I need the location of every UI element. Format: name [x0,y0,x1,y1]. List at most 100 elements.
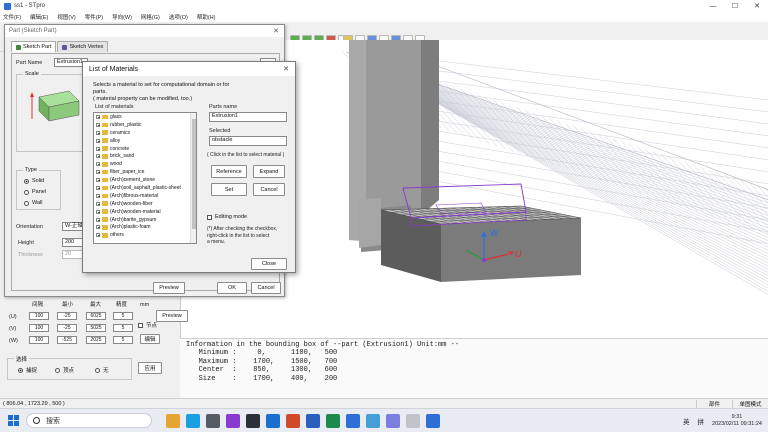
close-button[interactable]: ✕ [746,0,768,12]
material-list-item[interactable]: rubber_plastic [94,121,196,129]
material-list-item[interactable]: brick_sand [94,152,196,160]
app-icon[interactable] [226,414,240,428]
select-vertex-radio[interactable]: 顶点 [55,366,74,374]
type-panel-radio[interactable]: Panel [24,189,46,195]
material-list-item[interactable]: ceramics [94,129,196,137]
material-list-item[interactable]: others [94,231,196,239]
windows-start-icon[interactable] [8,415,19,426]
menu-view[interactable]: 视图(V) [57,13,75,21]
set-button[interactable]: Set [211,183,247,196]
material-list-item[interactable]: (Arch)cement_stone [94,176,196,184]
min-v-field[interactable]: -25 [57,324,77,332]
menu-grid[interactable]: 网格(G) [141,13,160,21]
expand-icon[interactable] [96,146,100,151]
expand-icon[interactable] [96,170,100,175]
radio-off[interactable] [95,367,100,373]
selected-material-field[interactable]: obstacle [209,136,287,146]
precision-u-field[interactable]: 5 [113,312,133,320]
close-icon[interactable]: ✕ [273,27,279,35]
parts-name-field[interactable]: Extrusion1 [209,112,287,122]
app-icon[interactable] [346,414,360,428]
app-icon[interactable] [266,414,280,428]
material-list-item[interactable]: (Arch)fibrous-material [94,192,196,200]
scrollbar-thumb[interactable] [192,119,196,229]
close-button[interactable]: Close [251,258,287,270]
select-none-radio[interactable]: 无 [95,366,109,374]
expand-icon[interactable] [96,130,100,135]
radio-off[interactable] [24,189,29,195]
tab-sketch-vertex[interactable]: Sketch Vertex [57,41,109,52]
node-checkbox-box[interactable] [138,322,143,328]
expand-icon[interactable] [96,201,100,206]
menu-wizard[interactable]: 导向(W) [112,13,132,21]
material-list-item[interactable]: (Arch)barite_gypsum [94,216,196,224]
app-icon[interactable] [366,414,380,428]
node-checkbox[interactable]: 节点 [138,321,157,329]
edge-icon[interactable] [186,414,200,428]
max-u-field[interactable]: 6025 [86,312,106,320]
material-list-item[interactable]: fiber_paper_ice [94,168,196,176]
app-icon[interactable] [326,414,340,428]
word-icon[interactable] [306,414,320,428]
expand-icon[interactable] [96,162,100,167]
height-field[interactable]: 200 [62,238,84,247]
material-list-item[interactable]: (Arch)wooden-fiber [94,200,196,208]
material-list-item[interactable]: alloy [94,137,196,145]
cancel-button[interactable]: Cancel [251,282,281,294]
ime-english[interactable]: 英 [683,416,690,426]
expand-icon[interactable] [96,154,100,159]
min-w-field[interactable]: -525 [57,336,77,344]
material-list-item[interactable]: glass [94,113,196,121]
menu-file[interactable]: 文件(F) [3,13,21,21]
materials-list-scrollbar[interactable] [190,113,196,243]
type-solid-radio[interactable]: Solid [24,178,44,184]
materials-list[interactable]: glass rubber_plastic ceramics alloy concrete… [93,112,197,244]
expand-icon[interactable] [96,209,100,214]
thickness-field[interactable]: 20 [62,250,84,259]
min-u-field[interactable]: -25 [57,312,77,320]
select-snap-radio[interactable]: 捕捉 [18,366,37,374]
app-icon[interactable] [206,414,220,428]
powerpoint-icon[interactable] [286,414,300,428]
material-list-item[interactable]: concrete [94,145,196,153]
expand-button[interactable]: Expand [253,165,285,178]
type-wall-radio[interactable]: Wall [24,200,43,206]
taskbar-search[interactable]: 搜索 [26,413,152,428]
radio-off[interactable] [24,200,29,206]
menu-edit[interactable]: 编辑(E) [30,13,48,21]
expand-icon[interactable] [96,193,100,198]
radio-on[interactable] [18,367,23,373]
menu-help[interactable]: 帮助(H) [197,13,216,21]
reference-button[interactable]: Reference [211,165,247,178]
material-list-item[interactable]: (Arch)plastic-foam [94,223,196,231]
expand-icon[interactable] [96,225,100,230]
menu-part[interactable]: 零件(P) [85,13,103,21]
expand-icon[interactable] [96,138,100,143]
app-icon[interactable] [406,414,420,428]
edit-button[interactable]: 编辑 [140,334,160,344]
max-w-field[interactable]: 2025 [86,336,106,344]
clock[interactable]: 9:31 2023/02/11 09:31:24 [712,414,762,428]
expand-icon[interactable] [96,233,100,238]
precision-w-field[interactable]: 5 [113,336,133,344]
ime-pinyin[interactable]: 拼 [697,416,704,426]
apply-button[interactable]: 应用 [138,362,162,374]
minimize-button[interactable]: — [702,0,724,12]
close-icon[interactable]: ✕ [283,65,289,73]
stpro-icon[interactable] [426,414,440,428]
tab-sketch-part[interactable]: Sketch Part [11,41,57,52]
expand-icon[interactable] [96,217,100,222]
material-list-item[interactable]: wood [94,160,196,168]
preview-button[interactable]: Preview [153,282,185,294]
menu-options[interactable]: 选项(O) [169,13,188,21]
interval-v-field[interactable]: 100 [29,324,49,332]
expand-icon[interactable] [96,114,100,119]
ok-button[interactable]: OK [217,282,247,294]
interval-w-field[interactable]: 100 [29,336,49,344]
material-list-item[interactable]: (Arch)wooden-material [94,208,196,216]
expand-icon[interactable] [96,178,100,183]
radio-on[interactable] [24,178,29,184]
cancel-button[interactable]: Cancel [253,183,285,196]
maximize-button[interactable]: ☐ [724,0,746,12]
orientation-field[interactable]: W-正轴 [62,222,84,231]
